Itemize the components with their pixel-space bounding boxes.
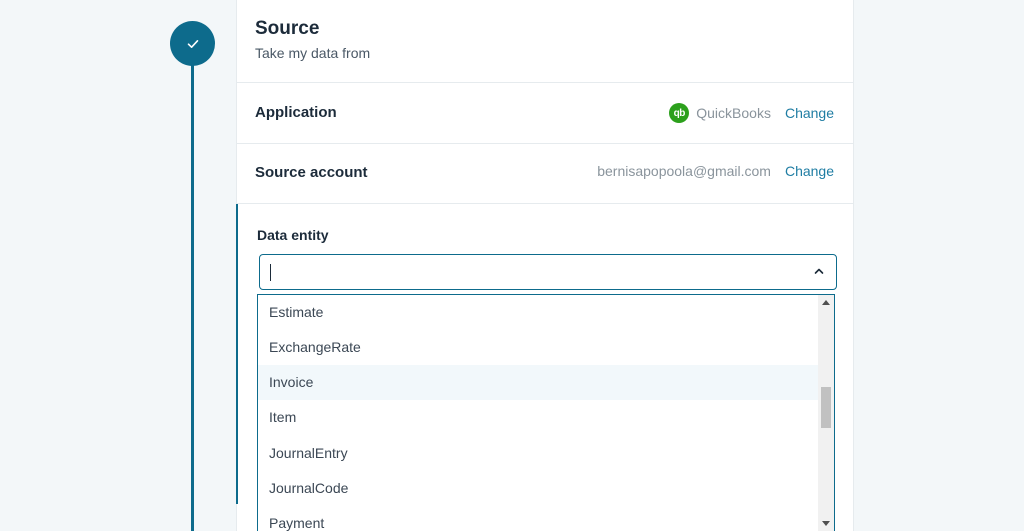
quickbooks-logo-icon: qb [669, 103, 690, 123]
text-cursor [270, 264, 271, 281]
source-account-email: bernisapopoola@gmail.com [597, 163, 771, 179]
source-account-details: bernisapopoola@gmail.com Change [597, 163, 834, 179]
data-entity-select[interactable] [259, 254, 837, 290]
change-source-account-link[interactable]: Change [785, 163, 834, 179]
scroll-down-arrow-icon[interactable] [822, 521, 830, 526]
step-complete-indicator [170, 21, 215, 66]
option-exchangerate[interactable]: ExchangeRate [258, 330, 818, 365]
source-title: Source [255, 18, 320, 39]
source-subtitle: Take my data from [255, 45, 371, 61]
option-invoice[interactable]: Invoice [258, 365, 818, 400]
option-item[interactable]: Item [258, 400, 818, 435]
data-entity-dropdown: Estimate ExchangeRate Invoice Item Journ… [257, 294, 835, 531]
application-value: qb QuickBooks [669, 103, 771, 123]
change-application-link[interactable]: Change [785, 105, 834, 121]
option-journalentry[interactable]: JournalEntry [258, 436, 818, 471]
chevron-up-icon[interactable] [814, 267, 824, 275]
option-estimate[interactable]: Estimate [258, 295, 818, 330]
application-label: Application [255, 104, 337, 121]
page: Source Take my data from Application qb … [0, 0, 1024, 531]
timeline-line [191, 64, 194, 531]
scroll-up-arrow-icon[interactable] [822, 300, 830, 305]
option-payment[interactable]: Payment [258, 506, 818, 531]
check-icon [187, 39, 198, 48]
dropdown-scrollbar[interactable] [818, 295, 834, 531]
option-journalcode[interactable]: JournalCode [258, 471, 818, 506]
source-account-row: Source account bernisapopoola@gmail.com … [237, 143, 853, 204]
application-details: qb QuickBooks Change [669, 103, 834, 123]
application-row: Application qb QuickBooks Change [237, 83, 853, 144]
scrollbar-thumb[interactable] [821, 387, 831, 428]
application-name: QuickBooks [696, 105, 771, 121]
data-entity-search-input[interactable] [270, 262, 790, 282]
source-account-label: Source account [255, 164, 368, 181]
data-entity-label: Data entity [257, 227, 329, 243]
source-header: Source Take my data from [237, 0, 853, 83]
